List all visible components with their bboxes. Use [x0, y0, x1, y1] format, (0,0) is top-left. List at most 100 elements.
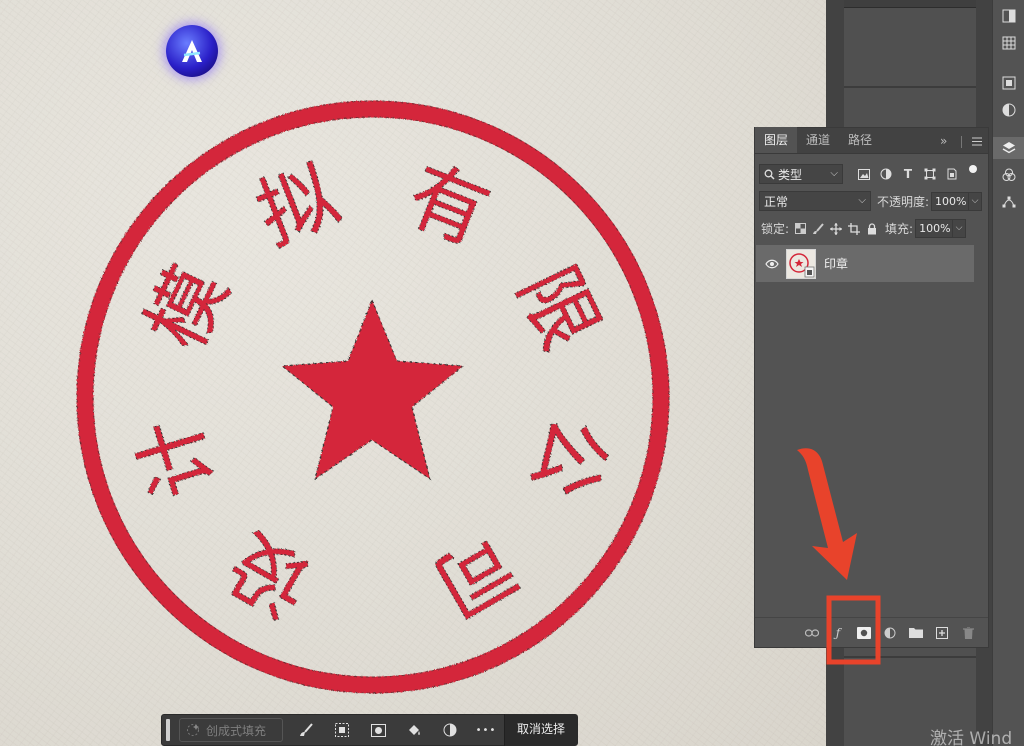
blend-mode-value: 正常: [764, 194, 789, 209]
invert-selection-icon: [335, 723, 349, 737]
channels-panel-icon[interactable]: [993, 164, 1024, 186]
opacity-input[interactable]: 100%: [931, 191, 970, 211]
invert-selection-button[interactable]: [329, 718, 355, 742]
contextual-task-bar: 创成式填充 ••• 取消选择: [161, 714, 578, 746]
link-layers-button[interactable]: [804, 625, 820, 641]
panel-menu-button[interactable]: »: [940, 134, 982, 149]
layer-style-button[interactable]: ƒ: [830, 625, 846, 641]
fill-dropdown-arrow[interactable]: ⌵: [953, 219, 967, 238]
libraries-panel-icon[interactable]: [993, 72, 1024, 94]
seal-character: 司: [419, 516, 532, 633]
eye-icon: [765, 259, 779, 268]
layers-panel: 图层 通道 路径 » 类型 ⌵ T 正常 ⌵ 不透明度: 100% ⌵ 锁定: …: [754, 127, 989, 648]
hamburger-menu-icon: [972, 135, 982, 149]
grid-icon: [1002, 36, 1016, 50]
mask-icon: [370, 723, 386, 737]
layer-item[interactable]: 印章: [756, 245, 974, 282]
gradient-panel-icon[interactable]: [993, 5, 1024, 27]
seal-character: 计: [123, 407, 232, 508]
patterns-panel-icon[interactable]: [993, 32, 1024, 54]
seal-artwork: 设计模拟 有限公司: [76, 100, 670, 694]
seal-character: 设: [214, 516, 327, 633]
lock-position[interactable]: [827, 220, 845, 238]
filter-type-layers[interactable]: T: [899, 165, 917, 183]
blend-mode-select[interactable]: 正常 ⌵: [759, 191, 871, 211]
adjustment-button[interactable]: [437, 718, 463, 742]
fill-selection-button[interactable]: [401, 718, 427, 742]
seal-character: 拟: [245, 150, 350, 262]
task-bar-drag-handle[interactable]: [166, 719, 170, 741]
layer-visibility-toggle[interactable]: [762, 259, 782, 269]
lock-all[interactable]: [863, 220, 881, 238]
seal-character: 公: [514, 407, 623, 508]
filter-shape-layers[interactable]: [921, 165, 939, 183]
tab-channels[interactable]: 通道: [797, 127, 839, 153]
mask-icon: [857, 626, 871, 639]
crop-icon: [848, 222, 861, 235]
link-icon: [805, 628, 819, 637]
lock-artboard[interactable]: [845, 220, 863, 238]
filter-kind-select[interactable]: 类型 ⌵: [759, 164, 843, 184]
transform-box-icon: [924, 168, 936, 180]
seal-star: [280, 298, 465, 481]
filter-toggle-dot[interactable]: [969, 165, 977, 173]
adjustment-circle-icon: [884, 627, 896, 638]
new-layer-button[interactable]: [934, 625, 950, 641]
lock-transparent-pixels[interactable]: [791, 220, 809, 238]
seal-thumbnail-icon: [789, 252, 815, 277]
modify-selection-button[interactable]: [293, 718, 319, 742]
filter-smart-objects[interactable]: [943, 165, 961, 183]
gradient-icon: [1002, 9, 1016, 23]
generative-fill-button[interactable]: 创成式填充: [179, 718, 283, 742]
brush-icon: [300, 723, 313, 736]
fill-input[interactable]: 100%: [915, 219, 954, 238]
seal-character: 模: [131, 253, 246, 362]
adjustments-panel-icon[interactable]: [993, 99, 1024, 121]
tab-layers[interactable]: 图层: [755, 127, 798, 153]
trash-icon: [962, 626, 974, 639]
seal-character: 限: [500, 253, 615, 362]
channels-icon: [1002, 168, 1016, 181]
brush-icon: [813, 222, 824, 234]
layers-panel-icon[interactable]: [993, 137, 1024, 159]
layer-filter-row: 类型 ⌵ T: [755, 164, 990, 184]
image-icon: [858, 168, 870, 180]
opacity-dropdown-arrow[interactable]: ⌵: [969, 191, 983, 211]
adjustment-circle-icon: [880, 168, 892, 180]
paint-bucket-icon: [409, 725, 420, 735]
opacity-label: 不透明度:: [877, 194, 930, 209]
document-canvas[interactable]: 设计模拟有限公司: [0, 0, 826, 746]
checkerboard-icon: [794, 223, 806, 234]
letter-a-logo-icon: [182, 40, 202, 62]
generative-fill-label: 创成式填充: [206, 723, 267, 738]
filter-pixel-layers[interactable]: [855, 165, 873, 183]
lock-icon: [868, 222, 877, 234]
layers-icon: [1002, 142, 1016, 154]
deselect-button[interactable]: 取消选择: [503, 714, 577, 746]
windows-activation-watermark: 激活 Wind: [930, 729, 1013, 746]
plus-square-icon: [936, 626, 948, 639]
create-mask-button[interactable]: [365, 718, 391, 742]
more-dots-icon: •••: [475, 724, 497, 736]
new-adjustment-layer-button[interactable]: [882, 625, 898, 641]
filter-kind-label: 类型: [778, 167, 803, 182]
tab-paths[interactable]: 路径: [839, 127, 881, 153]
blend-opacity-row: 正常 ⌵ 不透明度: 100% ⌵: [755, 191, 990, 211]
move-arrows-icon: [830, 222, 843, 235]
chevron-down-icon: ⌵: [830, 168, 838, 179]
app-logo-badge: [166, 25, 218, 77]
panel-icon-strip: [992, 0, 1024, 746]
half-circle-icon: [1002, 103, 1016, 117]
new-group-button[interactable]: [908, 625, 924, 641]
add-mask-button[interactable]: [856, 625, 872, 641]
sparkle-icon: [187, 724, 199, 736]
more-options-button[interactable]: •••: [473, 718, 499, 742]
libraries-icon: [1002, 76, 1016, 90]
lock-image-pixels[interactable]: [809, 220, 827, 238]
lock-label: 锁定:: [761, 222, 790, 236]
layers-panel-footer: ƒ: [755, 617, 988, 647]
delete-layer-button[interactable]: [960, 625, 976, 641]
paths-panel-icon[interactable]: [993, 191, 1024, 213]
layer-name: 印章: [824, 257, 849, 271]
filter-adjustment-layers[interactable]: [877, 165, 895, 183]
